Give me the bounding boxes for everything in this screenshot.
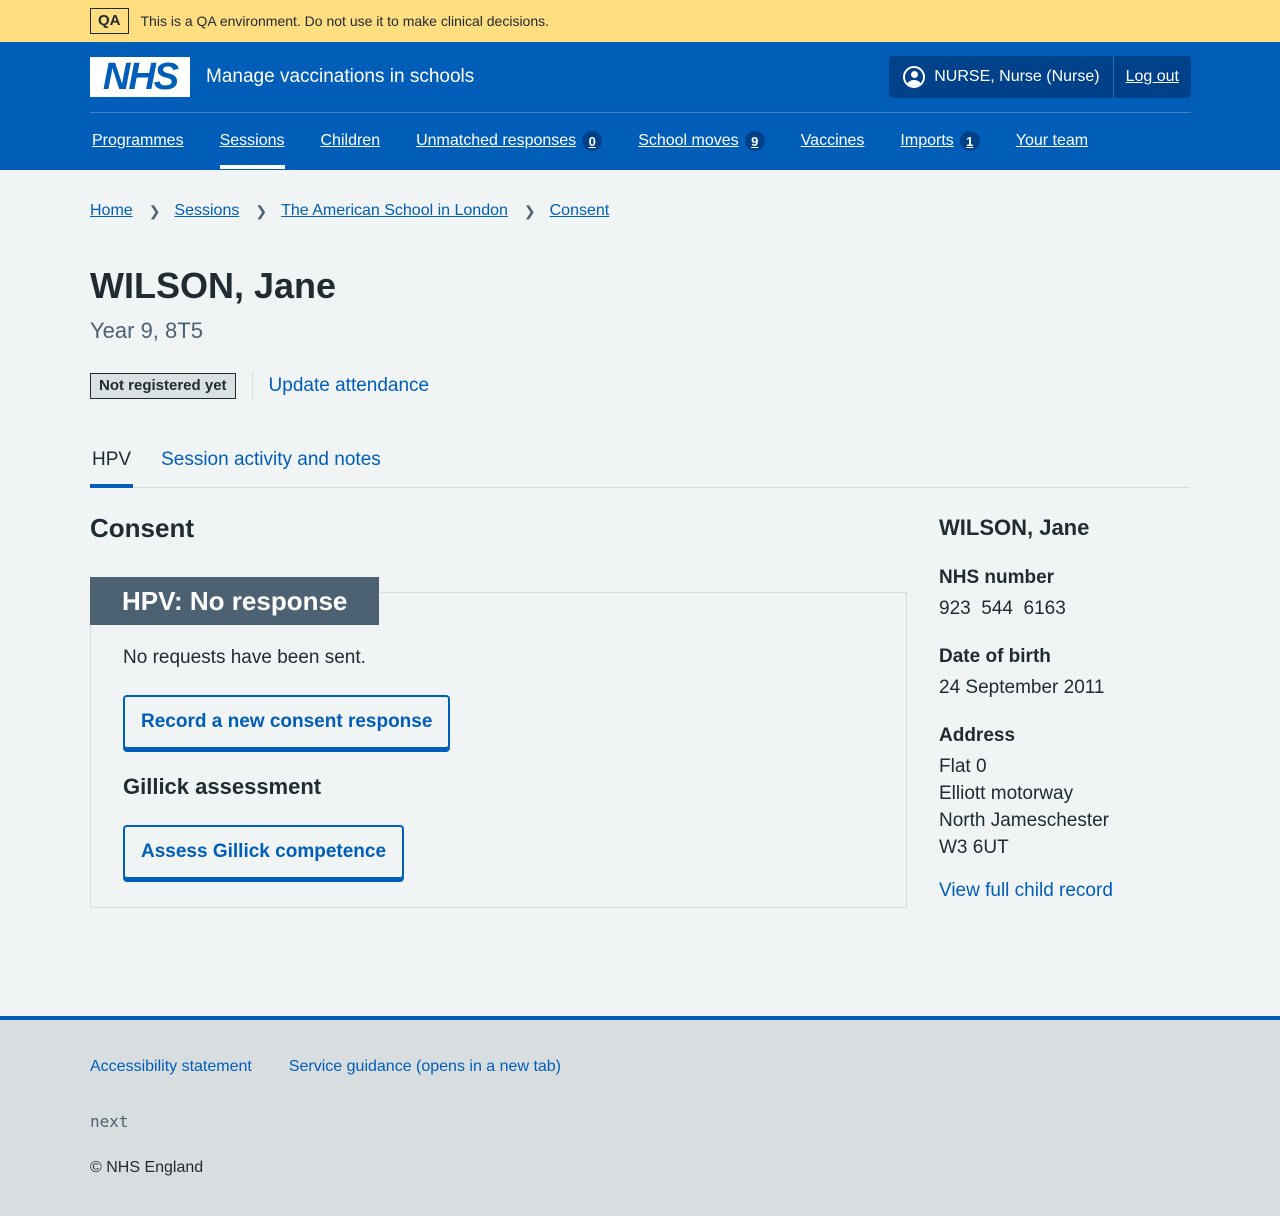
footer-copyright: © NHS England: [90, 1159, 204, 1176]
chevron-right-icon: ❯: [523, 202, 536, 219]
tabs: HPV Session activity and notes: [90, 442, 1190, 488]
primary-nav: Programmes Sessions Children Unmatched r…: [0, 113, 1280, 169]
qa-tag: QA: [90, 8, 129, 34]
tab-session-activity[interactable]: Session activity and notes: [159, 442, 383, 487]
nav-item-vaccines[interactable]: Vaccines: [801, 113, 865, 169]
update-attendance-link[interactable]: Update attendance: [269, 375, 430, 397]
address-label: Address: [939, 725, 1016, 746]
summary-name: WILSON, Jane: [939, 515, 1090, 540]
nav-label: Unmatched responses: [416, 132, 577, 149]
nav-label: Children: [320, 132, 381, 149]
logout-link[interactable]: Log out: [1114, 68, 1191, 86]
header-top: NHS Manage vaccinations in schools NURSE…: [90, 42, 1191, 113]
consent-title: Consent: [90, 513, 194, 543]
nav-item-children[interactable]: Children: [321, 113, 381, 169]
accessibility-statement-link[interactable]: Accessibility statement: [90, 1058, 252, 1076]
nav-item-unmatched-responses[interactable]: Unmatched responses 0: [416, 113, 603, 169]
service-guidance-link[interactable]: Service guidance (opens in a new tab): [289, 1058, 561, 1076]
child-summary: WILSON, Jane NHS number 923 544 6163 Dat…: [939, 512, 1190, 908]
chevron-right-icon: ❯: [148, 202, 161, 219]
assess-gillick-button[interactable]: Assess Gillick competence: [123, 825, 405, 879]
count-badge: 0: [582, 131, 603, 151]
address-line: W3 6UT: [939, 837, 1009, 858]
status-badge: Not registered yet: [90, 373, 236, 399]
nav-item-your-team[interactable]: Your team: [1016, 113, 1088, 169]
nav-label: Imports: [900, 132, 954, 149]
user-icon: [903, 66, 926, 88]
record-consent-button[interactable]: Record a new consent response: [123, 695, 451, 749]
breadcrumb-school[interactable]: The American School in London: [281, 202, 508, 220]
count-badge: 9: [744, 131, 765, 151]
card-heading: HPV: No response: [90, 577, 380, 625]
qa-banner-text: This is a QA environment. Do not use it …: [140, 13, 550, 29]
nav-label: Your team: [1015, 132, 1089, 149]
main-content: WILSON, Jane Year 9, 8T5 Not registered …: [0, 264, 1280, 908]
account-user: NURSE, Nurse (Nurse): [889, 56, 1114, 98]
account-box: NURSE, Nurse (Nurse) Log out: [889, 56, 1191, 98]
breadcrumb: Home ❯ Sessions ❯ The American School in…: [0, 170, 1280, 226]
address-line: Flat 0: [939, 756, 987, 777]
breadcrumb-consent[interactable]: Consent: [550, 202, 610, 220]
nav-item-programmes[interactable]: Programmes: [92, 113, 184, 169]
nav-item-school-moves[interactable]: School moves 9: [638, 113, 765, 169]
consent-column: Consent HPV: No response No requests hav…: [90, 512, 907, 908]
nav-item-sessions[interactable]: Sessions: [219, 113, 285, 169]
nhs-logo[interactable]: NHS: [90, 57, 190, 97]
nav-label: Programmes: [92, 132, 184, 149]
site-footer: Accessibility statement Service guidance…: [0, 1016, 1280, 1216]
chevron-right-icon: ❯: [255, 202, 268, 219]
address-line: North Jameschester: [939, 810, 1110, 831]
site-header: NHS Manage vaccinations in schools NURSE…: [0, 42, 1280, 170]
user-name: NURSE, Nurse (Nurse): [934, 68, 1100, 85]
consent-card: HPV: No response No requests have been s…: [90, 577, 907, 908]
consent-message: No requests have been sent.: [123, 647, 366, 668]
dob-label: Date of birth: [939, 646, 1051, 667]
page-title: WILSON, Jane: [90, 265, 337, 306]
service-name[interactable]: Manage vaccinations in schools: [206, 66, 474, 88]
status-row: Not registered yet Update attendance: [90, 372, 1190, 400]
view-child-record-link[interactable]: View full child record: [939, 880, 1190, 902]
count-badge: 1: [959, 131, 980, 151]
nav-item-imports[interactable]: Imports 1: [900, 113, 980, 169]
breadcrumb-sessions[interactable]: Sessions: [174, 202, 239, 220]
tab-hpv[interactable]: HPV: [90, 442, 134, 488]
dob-value: 24 September 2011: [939, 677, 1105, 698]
qa-banner: QA This is a QA environment. Do not use …: [0, 0, 1280, 42]
nhs-number-value: 923 544 6163: [939, 598, 1066, 619]
nav-label: Sessions: [219, 132, 285, 149]
address-value: Flat 0 Elliott motorway North Jameschest…: [939, 753, 1190, 861]
gillick-title: Gillick assessment: [123, 774, 322, 799]
nhs-number-label: NHS number: [939, 567, 1055, 588]
address-line: Elliott motorway: [939, 783, 1074, 804]
footer-links: Accessibility statement Service guidance…: [90, 1058, 1190, 1076]
nav-label: Vaccines: [800, 132, 865, 149]
divider: [251, 372, 253, 400]
breadcrumb-home[interactable]: Home: [90, 202, 133, 220]
patient-caption: Year 9, 8T5: [90, 318, 203, 343]
nhs-logo-text: NHS: [102, 56, 179, 98]
content-row: Consent HPV: No response No requests hav…: [90, 512, 1190, 908]
footer-version: next: [90, 1112, 129, 1131]
nav-label: School moves: [638, 132, 739, 149]
